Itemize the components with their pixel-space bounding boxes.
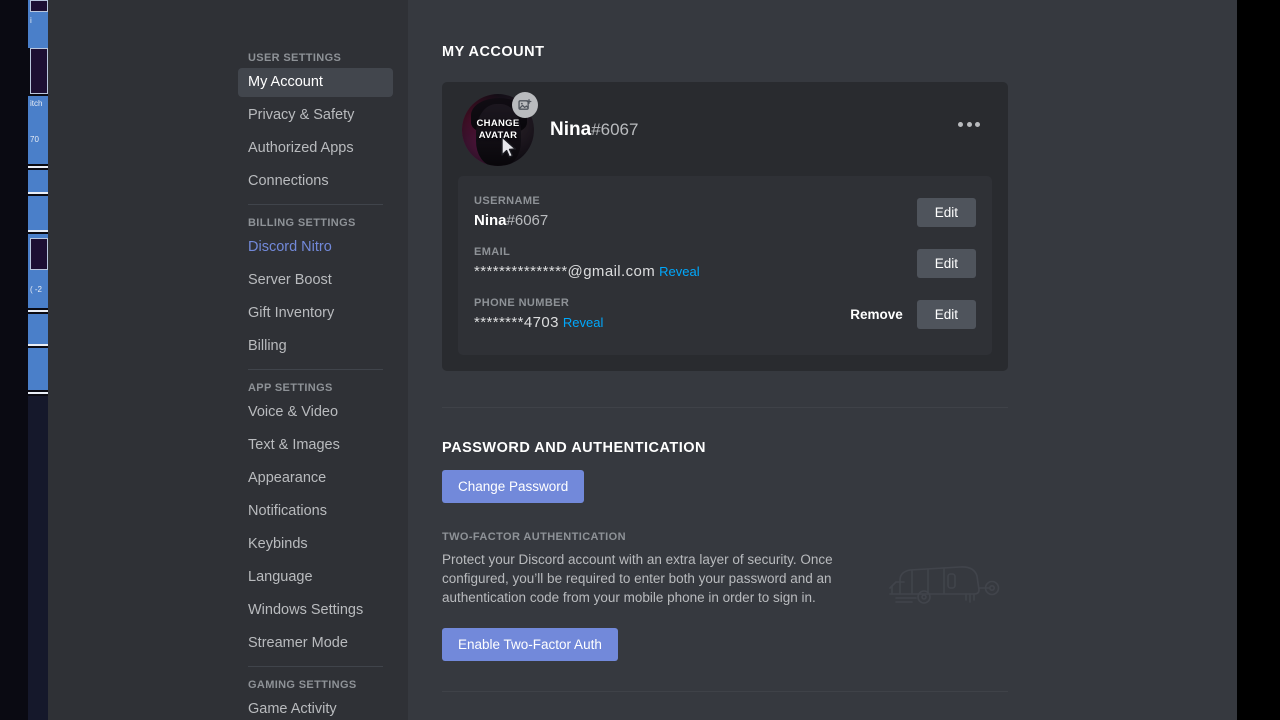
change-avatar-line2: AVATAR (478, 130, 518, 141)
account-field-label: USERNAME (474, 195, 541, 207)
edit-button[interactable]: Edit (916, 300, 976, 329)
remove-phone-button[interactable]: Remove (850, 307, 903, 322)
sidebar-item-game-activity[interactable]: Game Activity (238, 695, 393, 720)
account-name: Nina #6067 (550, 119, 638, 141)
three-dots-icon[interactable] (952, 116, 986, 133)
enable-two-factor-button[interactable]: Enable Two-Factor Auth (442, 628, 618, 661)
image-upload-icon[interactable] (512, 92, 538, 118)
settings-content: MY ACCOUNT CHANGE AVATAR Nina #6067 USER… (408, 0, 1237, 720)
account-field-masked-value: ***************@gmail.com (474, 263, 656, 280)
sidebar-item-billing[interactable]: Billing (238, 332, 393, 361)
account-field-left: PHONE NUMBER ********4703 Reveal (474, 297, 603, 332)
account-field-label: PHONE NUMBER (474, 297, 570, 309)
screen: i itch 70 ( -2 USER SETTINGS My Account Pr… (0, 0, 1280, 720)
discord-settings-window: USER SETTINGS My Account Privacy & Safety A… (48, 0, 1237, 720)
trailer-key-illustration (889, 566, 1000, 604)
settings-sidebar: USER SETTINGS My Account Privacy & Safety A… (48, 0, 408, 720)
two-factor-label: TWO-FACTOR AUTHENTICATION (442, 531, 626, 543)
account-field-left: USERNAME Nina#6067 (474, 195, 548, 230)
reveal-link[interactable]: Reveal (659, 264, 699, 279)
sidebar-item-privacy-safety[interactable]: Privacy & Safety (238, 101, 393, 130)
account-field-row: USERNAME Nina#6067 Edit (474, 188, 976, 239)
sidebar-separator (248, 369, 383, 370)
sidebar-item-server-boost[interactable]: Server Boost (238, 266, 393, 295)
account-field-actions: Edit (916, 249, 976, 278)
sidebar-item-language[interactable]: Language (238, 563, 393, 592)
account-fields: USERNAME Nina#6067 Edit EMAIL **************… (458, 176, 992, 355)
account-field-actions: Remove Edit (850, 300, 976, 329)
account-field-row: PHONE NUMBER ********4703 Reveal Remove Edit (474, 290, 976, 341)
sidebar-item-my-account[interactable]: My Account (238, 68, 393, 97)
sidebar-item-streamer-mode[interactable]: Streamer Mode (238, 629, 393, 658)
sidebar-separator (248, 666, 383, 667)
sidebar-group-title: BILLING SETTINGS (248, 217, 356, 229)
background-window: i itch 70 ( -2 (0, 0, 48, 720)
sidebar-item-text-images[interactable]: Text & Images (238, 431, 393, 460)
sidebar-group-title: GAMING SETTINGS (248, 679, 357, 691)
account-field-value: ********4703 Reveal (474, 314, 603, 332)
edit-button[interactable]: Edit (916, 198, 976, 227)
avatar-wrapper[interactable]: CHANGE AVATAR (462, 92, 538, 166)
account-field-label: EMAIL (474, 246, 511, 258)
content-divider (442, 407, 1008, 408)
two-factor-block: Protect your Discord account with an ext… (442, 550, 1028, 610)
account-field-masked-value: ********4703 (474, 314, 559, 331)
account-card: CHANGE AVATAR Nina #6067 USERNAME Nina#6… (442, 82, 1008, 371)
account-field-row: EMAIL ***************@gmail.com Reveal Edit (474, 239, 976, 290)
account-field-left: EMAIL ***************@gmail.com Reveal (474, 246, 700, 281)
bottom-divider (442, 691, 1008, 692)
sidebar-item-notifications[interactable]: Notifications (238, 497, 393, 526)
change-avatar-line1: CHANGE (476, 118, 520, 129)
account-field-value-tag: #6067 (506, 212, 549, 229)
sidebar-item-keybinds[interactable]: Keybinds (238, 530, 393, 559)
account-field-value: Nina#6067 (474, 212, 548, 230)
sidebar-item-voice-video[interactable]: Voice & Video (238, 398, 393, 427)
reveal-link[interactable]: Reveal (563, 315, 603, 330)
account-display-name: Nina (550, 119, 592, 140)
sidebar-separator (248, 204, 383, 205)
account-field-value-main: Nina (474, 212, 507, 229)
sidebar-group-title: USER SETTINGS (248, 52, 342, 64)
sidebar-group-title: APP SETTINGS (248, 382, 333, 394)
sidebar-item-gift-inventory[interactable]: Gift Inventory (238, 299, 393, 328)
security-section-title: PASSWORD AND AUTHENTICATION (442, 440, 707, 456)
sidebar-item-appearance[interactable]: Appearance (238, 464, 393, 493)
sidebar-item-windows-settings[interactable]: Windows Settings (238, 596, 393, 625)
sidebar-item-connections[interactable]: Connections (238, 167, 393, 196)
account-header: CHANGE AVATAR Nina #6067 (458, 92, 992, 166)
account-discriminator: #6067 (591, 120, 639, 139)
sidebar-item-discord-nitro[interactable]: Discord Nitro (238, 233, 393, 262)
edit-button[interactable]: Edit (916, 249, 976, 278)
sidebar-item-authorized-apps[interactable]: Authorized Apps (238, 134, 393, 163)
change-password-button[interactable]: Change Password (442, 470, 585, 503)
two-factor-description: Protect your Discord account with an ext… (442, 552, 833, 605)
account-field-value: ***************@gmail.com Reveal (474, 263, 700, 281)
page-title: MY ACCOUNT (442, 44, 545, 60)
account-field-actions: Edit (916, 198, 976, 227)
